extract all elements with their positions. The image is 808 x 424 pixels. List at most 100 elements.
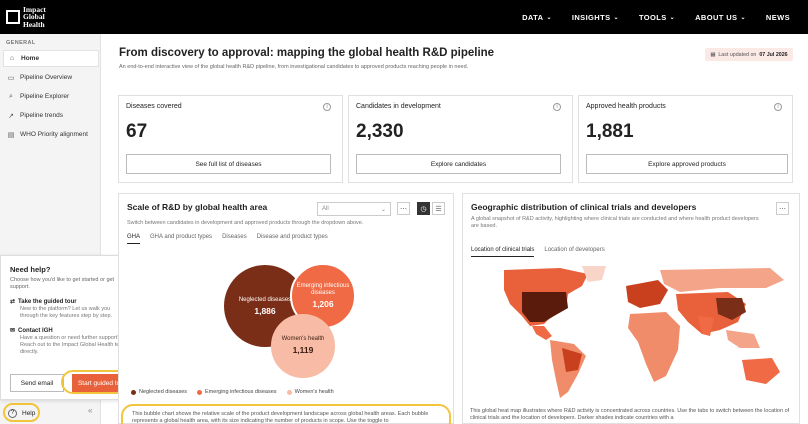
geo-subtitle: A global snapshot of R&D activity, highl… — [471, 216, 759, 229]
bubble-value: 1,886 — [254, 305, 276, 316]
sidebar-heading: GENERAL — [6, 40, 36, 46]
help-highlight-ring — [3, 403, 40, 422]
table-view-icon[interactable]: ☰ — [432, 202, 445, 215]
bubble-label: Emerging infectious diseases — [296, 282, 350, 296]
help-option-tour[interactable]: ⇄ Take the guided tour New to the platfor… — [10, 298, 127, 320]
help-title: Need help? — [10, 265, 51, 274]
central-america-region — [532, 326, 552, 340]
southeast-asia-region — [726, 330, 760, 348]
greenland-region — [582, 266, 606, 282]
geo-title: Geographic distribution of clinical tria… — [471, 202, 697, 212]
bubble-label: Women's health — [281, 336, 325, 343]
india-region — [698, 316, 714, 336]
tab-gha-product-types[interactable]: GHA and product types — [150, 234, 212, 244]
chevron-down-icon: ⌄ — [380, 206, 386, 213]
world-heat-map — [470, 264, 792, 404]
legend-swatch — [131, 389, 136, 395]
chevron-down-icon: ⌄ — [546, 14, 552, 21]
scale-card: Scale of R&D by global health area Switc… — [118, 193, 454, 424]
legend-item: Neglected diseases — [131, 389, 187, 395]
mail-icon: ✉ — [10, 328, 16, 334]
clipboard-icon: ▤ — [7, 131, 15, 139]
product-type-select[interactable]: All ⌄ — [317, 202, 391, 216]
info-icon[interactable]: i — [553, 103, 561, 111]
logo-mark-icon — [6, 10, 20, 24]
stat-card-candidates: Candidates in development i 2,330 Explor… — [348, 95, 573, 183]
stat-label: Diseases covered — [126, 103, 182, 110]
bubble-value: 1,119 — [292, 345, 314, 356]
tab-gha[interactable]: GHA — [127, 234, 141, 244]
home-icon: ⌂ — [9, 55, 15, 62]
tab-diseases[interactable]: Diseases — [222, 234, 247, 244]
legend-swatch — [197, 389, 203, 395]
top-nav: Impact Global Health DATA ⌄ INSIGHTS ⌄ TOO… — [0, 0, 808, 34]
sidebar-item-pipeline-overview[interactable]: ▭ Pipeline Overview — [3, 69, 99, 86]
chart-legend: Neglected diseases Emerging infectious d… — [131, 389, 334, 395]
tour-icon: ⇄ — [10, 299, 16, 305]
help-subtitle: Choose how you'd like to get started or … — [10, 277, 115, 290]
tab-disease-product-types[interactable]: Disease and product types — [257, 234, 328, 244]
stat-card-diseases: Diseases covered i 67 See full list of d… — [118, 95, 343, 183]
nav-data[interactable]: DATA ⌄ — [522, 13, 552, 22]
sidebar-item-label: Home — [21, 55, 40, 62]
africa-region — [628, 312, 680, 382]
scale-description: This bubble chart shows the relative sca… — [121, 404, 451, 424]
sidebar-item-pipeline-trends[interactable]: ↗ Pipeline trends — [3, 107, 99, 124]
stat-label: Candidates in development — [356, 103, 441, 110]
tab-developers[interactable]: Location of developers — [544, 247, 604, 257]
info-icon[interactable]: i — [774, 103, 782, 111]
stat-card-approved: Approved health products i 1,881 Explore… — [578, 95, 793, 183]
geo-description: This global heat map illustrates where R… — [470, 408, 790, 421]
nav-about-us[interactable]: ABOUT US ⌄ — [695, 13, 746, 22]
chevron-down-icon: ⌄ — [613, 14, 619, 21]
legend-swatch — [286, 389, 292, 395]
europe-region — [626, 280, 668, 308]
sidebar-item-label: Pipeline trends — [20, 112, 63, 119]
more-options-icon[interactable]: ⋯ — [776, 202, 789, 215]
collapse-sidebar-icon[interactable]: « — [88, 406, 92, 415]
chart-view-icon[interactable]: ◷ — [417, 202, 430, 215]
chevron-down-icon: ⌄ — [740, 14, 746, 21]
brand-logo[interactable]: Impact Global Health — [6, 4, 56, 30]
more-options-icon[interactable]: ⋯ — [397, 202, 410, 215]
legend-item: Women's health — [286, 389, 334, 395]
page-title: From discovery to approval: mapping the … — [119, 47, 495, 59]
overview-icon: ▭ — [7, 74, 15, 82]
nav-insights[interactable]: INSIGHTS ⌄ — [572, 13, 619, 22]
stat-value: 2,330 — [356, 121, 404, 142]
chevron-down-icon: ⌄ — [669, 14, 676, 21]
geo-tabs: Location of clinical trials Location of … — [471, 247, 605, 257]
trends-icon: ↗ — [8, 112, 14, 120]
stat-value: 67 — [126, 121, 148, 142]
sidebar-item-pipeline-explorer[interactable]: ⌕ Pipeline Explorer — [3, 88, 99, 105]
tab-clinical-trials[interactable]: Location of clinical trials — [471, 247, 535, 257]
scale-title: Scale of R&D by global health area — [127, 202, 268, 212]
russia-region — [660, 268, 784, 292]
stat-value: 1,881 — [586, 121, 634, 142]
explore-candidates-button[interactable]: Explore candidates — [356, 154, 561, 174]
last-updated-badge: ▦ Last updated on 07 Jul 2026 — [705, 48, 793, 61]
info-icon[interactable]: i — [323, 103, 331, 111]
see-diseases-button[interactable]: See full list of diseases — [126, 154, 331, 174]
bubble-women-s-health[interactable]: Women's health 1,119 — [271, 314, 335, 378]
search-icon: ⌕ — [9, 92, 13, 100]
sidebar-item-who-priority-alignment[interactable]: ▤ WHO Priority alignment — [3, 126, 99, 143]
help-option-contact[interactable]: ✉ Contact IGH Have a question or need fur… — [10, 327, 127, 356]
calendar-icon: ▦ — [710, 51, 716, 58]
send-email-button[interactable]: Send email — [10, 374, 64, 392]
bubble-label: Neglected diseases — [238, 296, 292, 303]
nav-tools[interactable]: TOOLS ⌄ — [639, 13, 675, 22]
stat-label: Approved health products — [586, 103, 666, 110]
usa-region — [522, 292, 568, 322]
sidebar-item-label: WHO Priority alignment — [20, 131, 88, 138]
bubble-value: 1,206 — [312, 298, 334, 309]
legend-item: Emerging infectious diseases — [197, 389, 277, 395]
logo-text: Impact Global Health — [23, 4, 46, 29]
scale-tabs: GHA GHA and product types Diseases Disea… — [127, 234, 328, 244]
scale-subtitle: Switch between candidates in development… — [127, 220, 364, 226]
sidebar-item-home[interactable]: ⌂ Home — [3, 50, 99, 67]
australia-region — [742, 358, 780, 384]
explore-approved-button[interactable]: Explore approved products — [586, 154, 788, 174]
sidebar-item-label: Pipeline Overview — [20, 74, 73, 81]
nav-news[interactable]: NEWS — [766, 13, 790, 22]
